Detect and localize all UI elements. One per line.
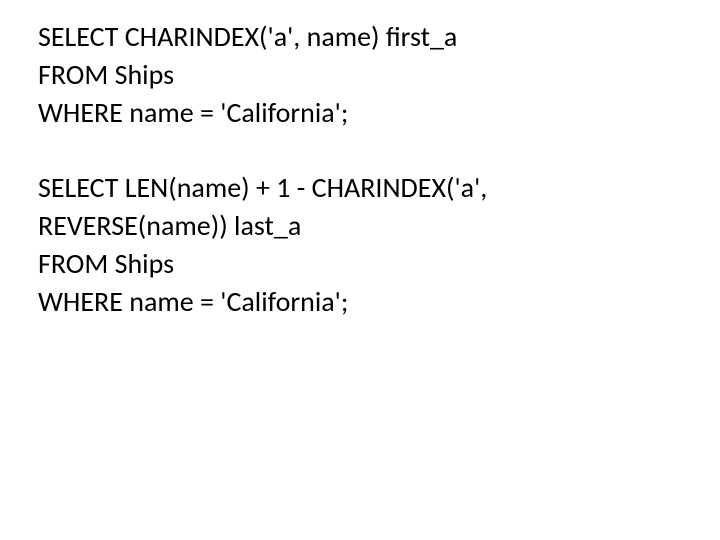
slide-content: SELECT CHARINDEX('a', name) first_a FROM… — [0, 0, 720, 340]
blank-line — [38, 131, 682, 169]
code-line-1: SELECT CHARINDEX('a', name) first_a — [38, 18, 682, 56]
code-line-2: FROM Ships — [38, 56, 682, 94]
code-line-6: FROM Ships — [38, 245, 682, 283]
code-line-3: WHERE name = 'California'; — [38, 94, 682, 132]
code-line-5: SELECT LEN(name) + 1 - CHARINDEX('a', RE… — [38, 169, 682, 245]
code-line-7: WHERE name = 'California'; — [38, 283, 682, 321]
